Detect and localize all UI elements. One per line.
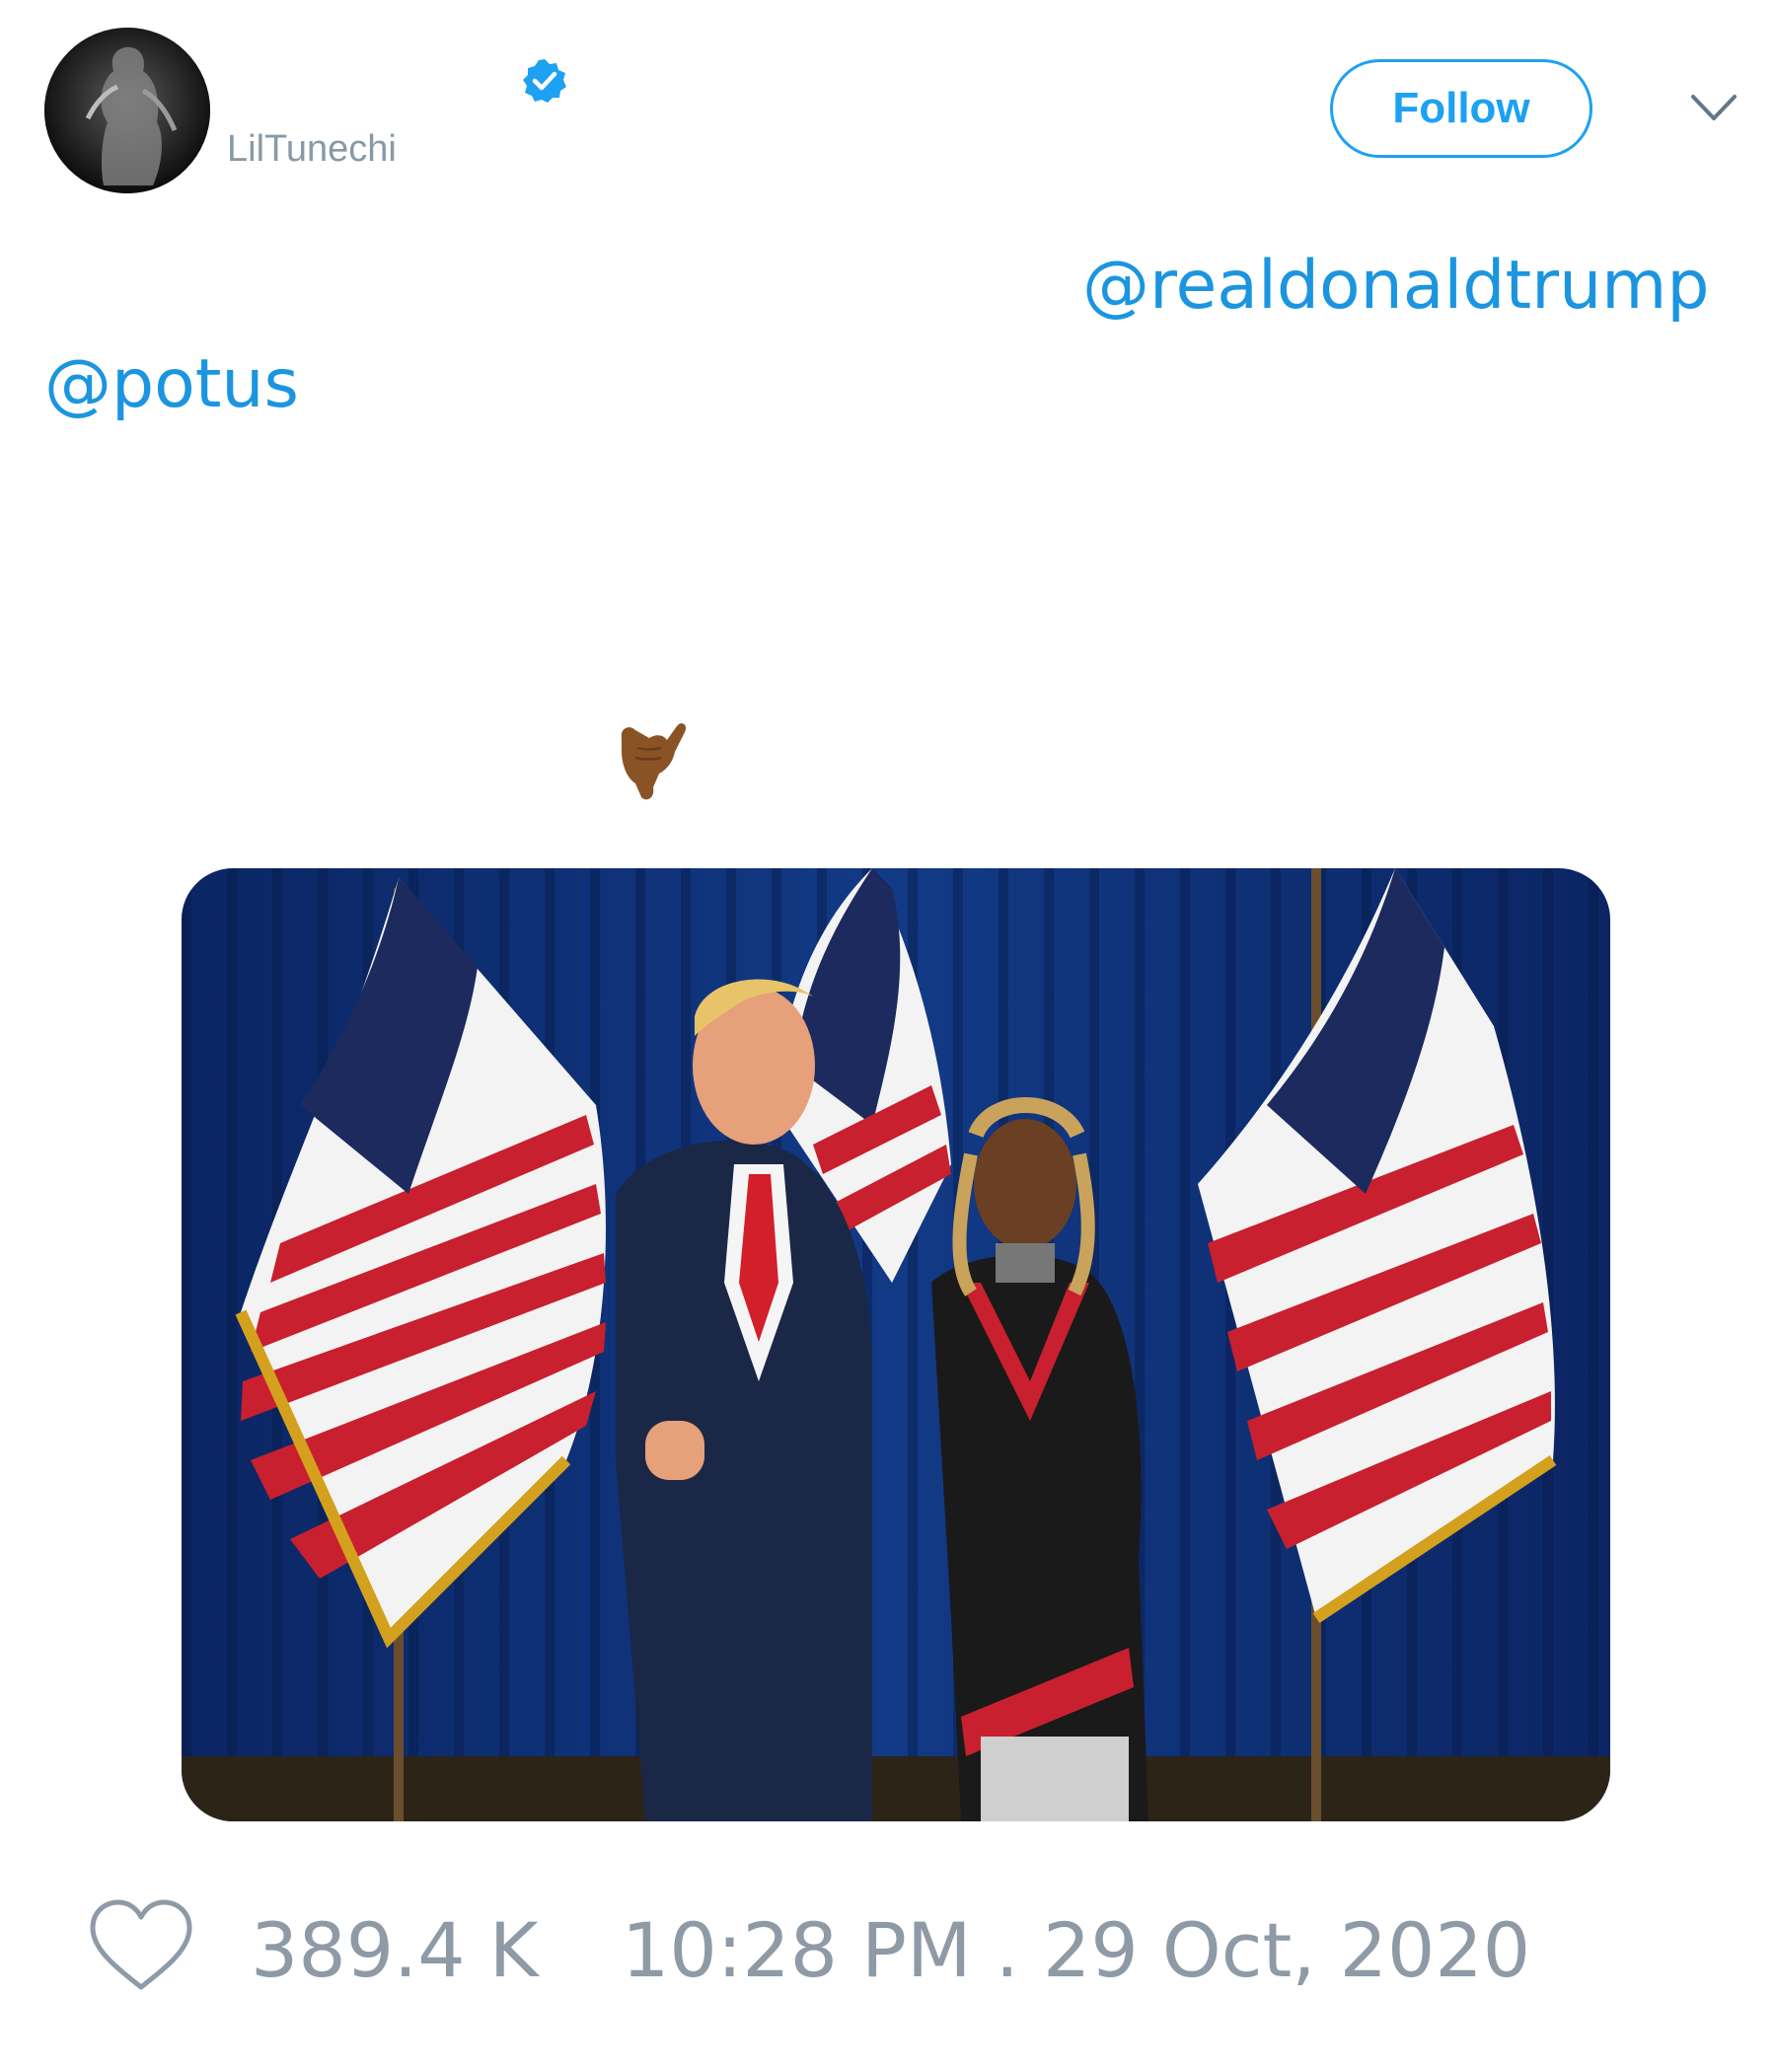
like-count: 389.4 K	[251, 1906, 539, 1994]
mention-link[interactable]: @realdonaldtrump	[1082, 247, 1710, 325]
chevron-down-icon[interactable]	[1689, 91, 1739, 126]
photo-illustration	[182, 868, 1610, 1821]
avatar[interactable]	[44, 28, 210, 193]
tweet-timestamp[interactable]: 10:28 PM . 29 Oct, 2020	[622, 1906, 1530, 1994]
follow-button[interactable]: Follow	[1330, 59, 1592, 158]
verified-badge-icon	[523, 59, 566, 103]
avatar-image	[44, 28, 210, 193]
call-me-hand-emoji-icon	[621, 723, 687, 800]
mention-link[interactable]: @potus	[44, 345, 299, 423]
user-handle[interactable]: LilTunechi	[227, 128, 397, 171]
tweet-photo[interactable]	[182, 868, 1610, 1821]
heart-icon[interactable]	[87, 1898, 195, 1993]
